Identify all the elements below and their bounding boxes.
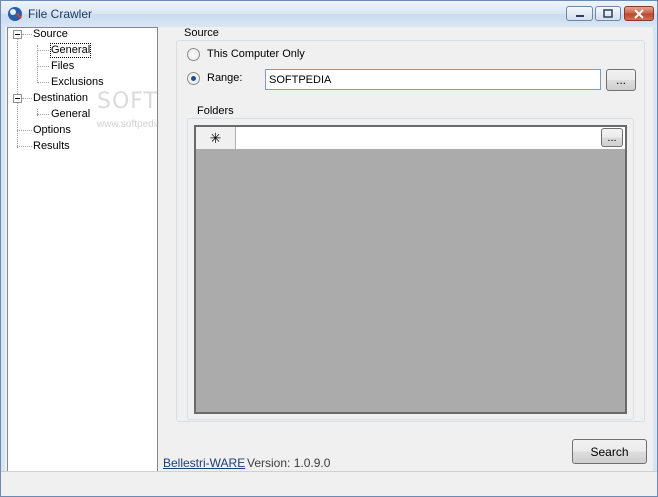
this-computer-label[interactable]: This Computer Only [207, 48, 305, 61]
tree-item-exclusions[interactable]: Exclusions [51, 76, 104, 89]
range-input[interactable] [265, 69, 601, 90]
window-title: File Crawler [28, 7, 93, 21]
brand-link[interactable]: Bellestri-WARE [163, 456, 245, 470]
range-label[interactable]: Range: [207, 72, 242, 85]
tree-item-destination-general[interactable]: General [51, 108, 90, 121]
source-group-label: Source [182, 27, 221, 40]
folders-group-label: Folders [195, 105, 236, 118]
folder-browse-button[interactable]: ... [601, 128, 623, 147]
tree-connector [22, 98, 32, 99]
tree-item-files[interactable]: Files [51, 60, 74, 73]
range-browse-button[interactable]: ... [606, 69, 636, 91]
maximize-icon [603, 9, 613, 18]
maximize-button[interactable] [595, 6, 621, 21]
tree-item-options[interactable]: Options [33, 124, 71, 137]
minimize-button[interactable] [566, 6, 593, 21]
tree-connector [22, 34, 32, 35]
app-icon [8, 7, 22, 21]
tree-item-destination[interactable]: Destination [33, 92, 88, 105]
tree-item-results[interactable]: Results [33, 140, 70, 153]
folder-path-cell[interactable] [237, 127, 600, 149]
status-bar [1, 471, 657, 496]
title-bar[interactable]: File Crawler [1, 1, 657, 27]
tree-connector [17, 146, 32, 147]
collapse-destination-icon[interactable] [13, 94, 22, 103]
tree-connector [37, 50, 49, 51]
range-radio[interactable] [187, 72, 200, 85]
tree-connector [17, 130, 32, 131]
tree-connector [37, 66, 49, 67]
tree-item-source[interactable]: Source [33, 28, 68, 41]
close-button[interactable] [624, 6, 654, 21]
tree-connector [37, 114, 49, 115]
version-label: Version: 1.0.9.0 [247, 456, 331, 470]
tree-item-source-general[interactable]: General [49, 43, 92, 58]
minimize-icon [575, 14, 584, 17]
collapse-source-icon[interactable] [13, 30, 22, 39]
new-row-icon: ✳ [196, 127, 236, 149]
this-computer-radio[interactable] [187, 48, 200, 61]
tree-connector [17, 38, 18, 148]
search-button[interactable]: Search [572, 439, 647, 464]
folders-grid[interactable]: ✳ ... [194, 125, 627, 414]
close-icon [634, 8, 644, 19]
tree-connector [37, 82, 49, 83]
new-folder-row[interactable]: ✳ ... [196, 127, 625, 149]
app-window: File Crawler Source General Files Exclus… [0, 0, 658, 497]
